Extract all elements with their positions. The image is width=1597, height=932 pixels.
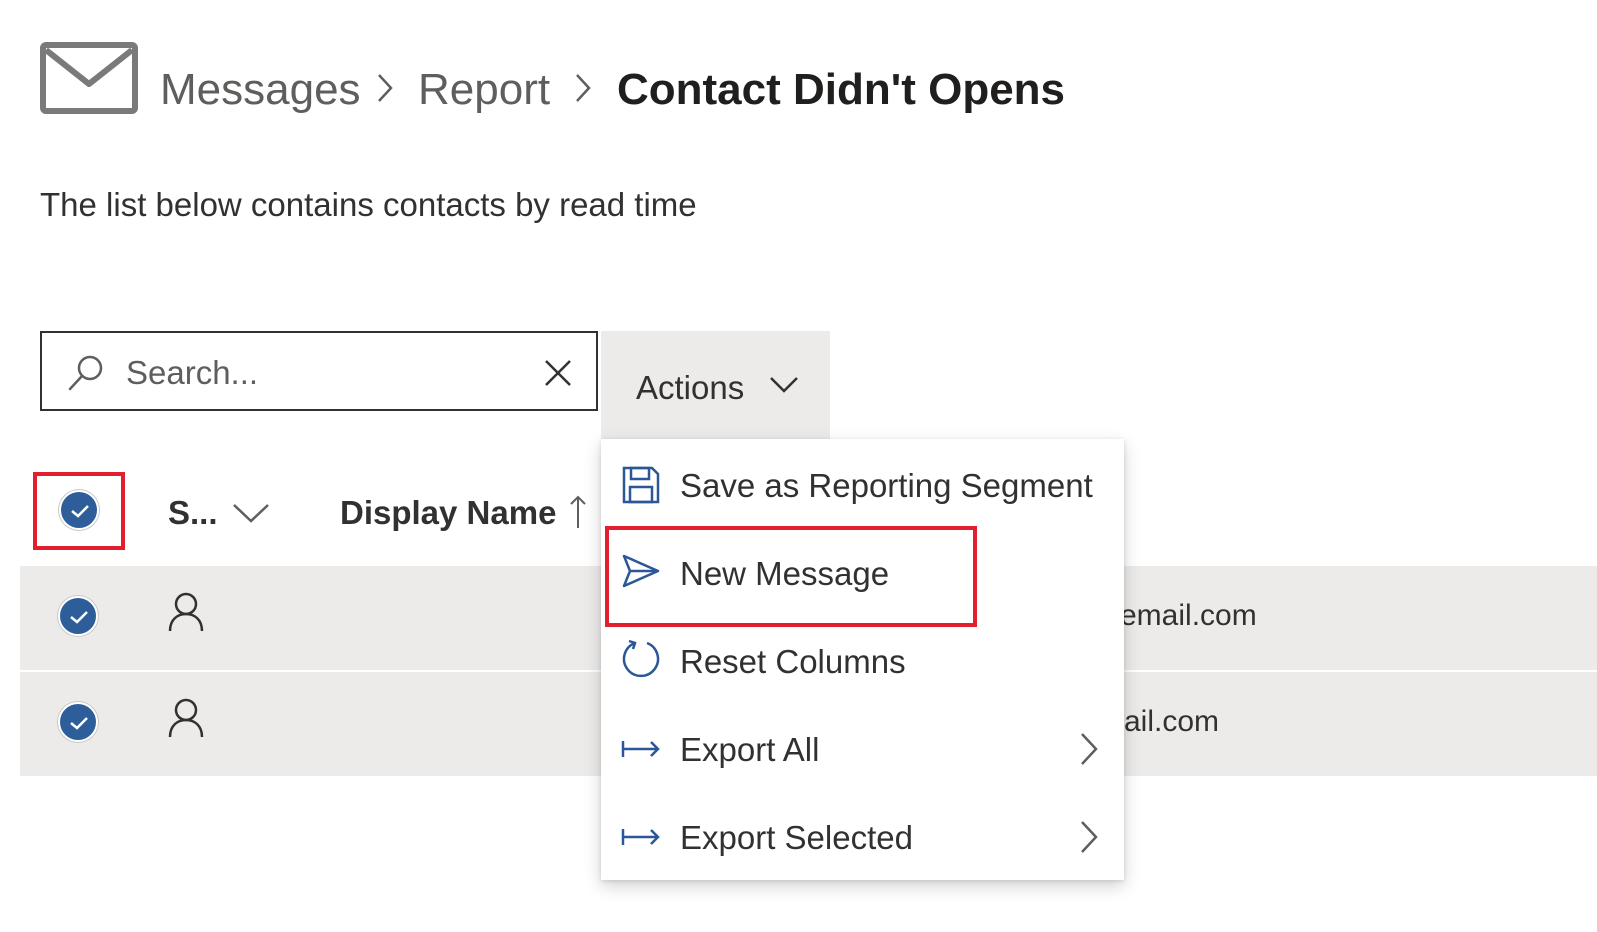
search-icon	[68, 355, 103, 391]
search-input[interactable]: Search...	[40, 331, 598, 411]
checkmark-icon	[71, 505, 89, 518]
checkmark-icon	[70, 717, 88, 730]
menu-item-reset-columns[interactable]: Reset Columns	[601, 617, 1124, 705]
refresh-icon	[622, 639, 660, 678]
menu-item-label: Export All	[680, 731, 820, 768]
search-placeholder: Search...	[126, 354, 259, 391]
chevron-right-icon	[378, 74, 393, 102]
menu-item-label: Reset Columns	[680, 643, 906, 680]
close-icon[interactable]	[542, 357, 574, 389]
row-email: ail.com	[1124, 705, 1220, 738]
page-description: The list below contains contacts by read…	[40, 186, 697, 223]
person-icon	[168, 592, 204, 632]
sort-ascending-icon	[570, 495, 586, 528]
breadcrumb-messages[interactable]: Messages	[160, 62, 361, 118]
breadcrumb-report[interactable]: Report	[418, 62, 550, 118]
column-header-status[interactable]: S...	[168, 492, 218, 534]
actions-menu: Save as Reporting Segment New Message Re…	[601, 439, 1124, 880]
save-icon	[622, 466, 660, 504]
actions-label: Actions	[636, 369, 745, 406]
chevron-right-icon	[1081, 821, 1098, 853]
row-checkbox[interactable]	[58, 702, 98, 742]
select-all-checkbox[interactable]	[59, 490, 99, 530]
page-title: Contact Didn't Opens	[617, 65, 1066, 114]
menu-item-export-all[interactable]: Export All	[601, 705, 1124, 793]
chevron-down-icon	[770, 377, 798, 393]
menu-item-export-selected[interactable]: Export Selected	[601, 793, 1124, 881]
actions-button[interactable]: Actions	[601, 331, 830, 439]
row-email: email.com	[1120, 599, 1257, 632]
menu-item-save-as-reporting-segment[interactable]: Save as Reporting Segment	[601, 441, 1124, 529]
chevron-right-icon	[576, 74, 591, 102]
checkmark-icon	[70, 611, 88, 624]
mail-icon	[40, 42, 138, 114]
menu-item-label: Save as Reporting Segment	[680, 467, 1093, 504]
export-icon	[621, 829, 660, 845]
person-icon	[168, 698, 204, 738]
menu-item-label: Export Selected	[680, 819, 913, 856]
chevron-right-icon	[1081, 733, 1098, 765]
chevron-down-icon[interactable]	[232, 502, 270, 524]
row-checkbox[interactable]	[58, 596, 98, 636]
export-icon	[621, 741, 660, 757]
column-header-display-name[interactable]: Display Name	[340, 492, 556, 534]
new-message-highlight	[605, 526, 977, 627]
